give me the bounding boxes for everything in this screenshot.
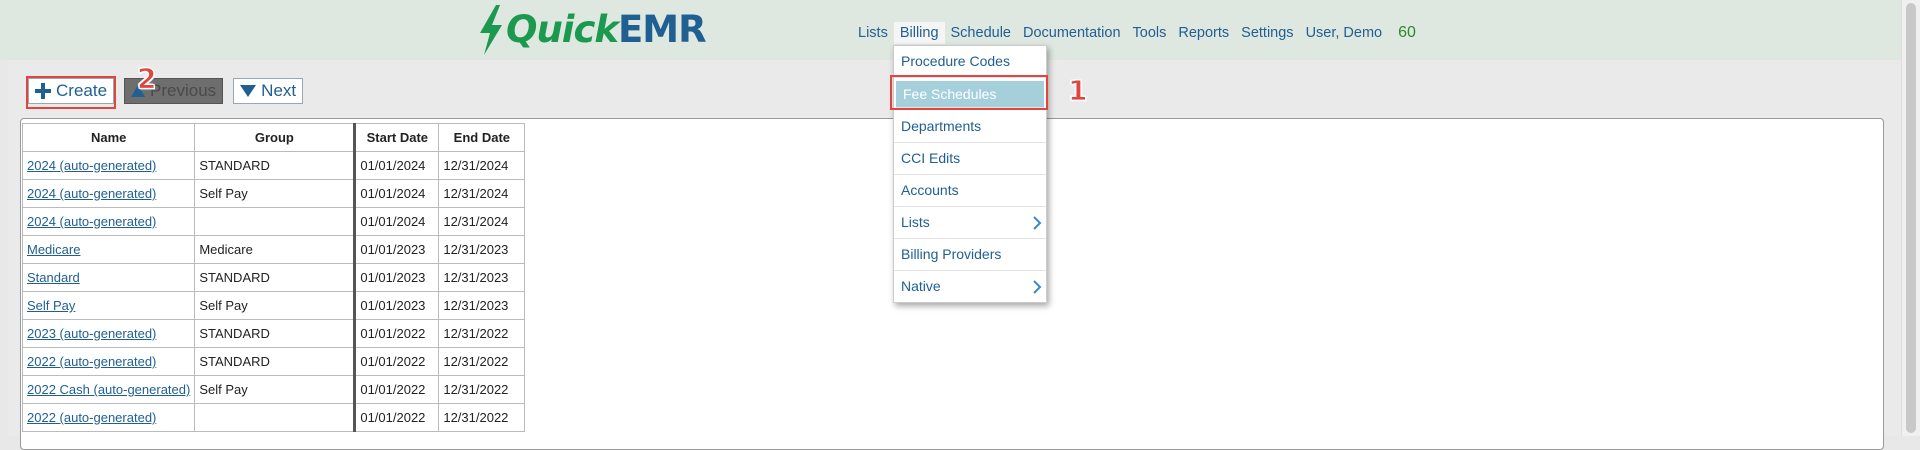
chevron-right-icon — [1033, 280, 1042, 294]
fee-schedule-link[interactable]: Medicare — [27, 242, 80, 257]
nav-tools[interactable]: Tools — [1127, 22, 1173, 44]
menu-item-accounts[interactable]: Accounts — [894, 175, 1046, 207]
start-date-cell: 01/01/2024 — [353, 179, 440, 208]
fee-schedule-link[interactable]: 2022 (auto-generated) — [27, 410, 156, 425]
table-row[interactable]: Self Pay Self Pay 01/01/2023 12/31/2023 — [21, 291, 526, 320]
table-row[interactable]: 2022 (auto-generated) 01/01/2022 12/31/2… — [21, 403, 526, 432]
menu-item-native[interactable]: Native — [894, 271, 1046, 302]
start-date-cell: 01/01/2023 — [353, 263, 440, 292]
table-row[interactable]: 2023 (auto-generated) STANDARD 01/01/202… — [21, 319, 526, 348]
fee-schedule-link[interactable]: 2022 (auto-generated) — [27, 354, 156, 369]
table-row[interactable]: Standard STANDARD 01/01/2023 12/31/2023 — [21, 263, 526, 292]
start-date-cell: 01/01/2022 — [353, 375, 440, 404]
group-cell — [194, 403, 356, 432]
scrollbar-thumb[interactable] — [1906, 3, 1916, 433]
table-row[interactable]: Medicare Medicare 01/01/2023 12/31/2023 — [21, 235, 526, 264]
nav-settings[interactable]: Settings — [1235, 22, 1299, 44]
start-date-cell: 01/01/2022 — [353, 403, 440, 432]
start-date-cell: 01/01/2024 — [353, 207, 440, 236]
column-header-start-date[interactable]: Start Date — [353, 123, 440, 152]
top-navigation: Lists Billing Schedule Documentation Too… — [852, 22, 1416, 44]
nav-user-menu[interactable]: User, Demo — [1300, 22, 1389, 44]
next-label: Next — [261, 81, 297, 100]
previous-label: Previous — [150, 81, 217, 100]
create-label: Create — [56, 81, 108, 100]
menu-item-cci-edits[interactable]: CCI Edits — [894, 143, 1046, 175]
logo-text-quick: Quick — [506, 8, 619, 51]
table-header-row: Name Group Start Date End Date — [21, 123, 526, 152]
nav-billing[interactable]: Billing — [893, 22, 945, 44]
menu-item-billing-providers[interactable]: Billing Providers — [894, 239, 1046, 271]
fee-schedule-link[interactable]: 2022 Cash (auto-generated) — [27, 382, 190, 397]
fee-schedule-link[interactable]: 2024 (auto-generated) — [27, 186, 156, 201]
fee-schedule-link[interactable]: 2023 (auto-generated) — [27, 326, 156, 341]
menu-item-native-label: Native — [901, 278, 941, 294]
group-cell: Medicare — [194, 235, 356, 264]
table-row[interactable]: 2022 Cash (auto-generated) Self Pay 01/0… — [21, 375, 526, 404]
menu-item-departments[interactable]: Departments — [894, 111, 1046, 143]
group-cell — [194, 207, 356, 236]
menu-item-lists-label: Lists — [901, 214, 930, 230]
end-date-cell: 12/31/2024 — [438, 207, 526, 236]
nav-reports[interactable]: Reports — [1172, 22, 1235, 44]
session-counter: 60 — [1398, 24, 1416, 41]
table-row[interactable]: 2024 (auto-generated) STANDARD 01/01/202… — [21, 151, 526, 180]
end-date-cell: 12/31/2023 — [438, 263, 526, 292]
table-row[interactable]: 2022 (auto-generated) STANDARD 01/01/202… — [21, 347, 526, 376]
previous-button[interactable]: Previous — [124, 78, 224, 104]
fee-schedule-link[interactable]: 2024 (auto-generated) — [27, 158, 156, 173]
next-button[interactable]: Next — [233, 78, 304, 104]
column-header-group[interactable]: Group — [194, 123, 356, 152]
menu-item-lists[interactable]: Lists — [894, 207, 1046, 239]
column-header-end-date[interactable]: End Date — [438, 123, 526, 152]
group-cell: Self Pay — [194, 375, 356, 404]
end-date-cell: 12/31/2023 — [438, 291, 526, 320]
group-cell: Self Pay — [194, 291, 356, 320]
group-cell: STANDARD — [194, 151, 356, 180]
triangle-up-icon — [131, 85, 146, 97]
column-header-name[interactable]: Name — [21, 123, 196, 152]
end-date-cell: 12/31/2022 — [438, 347, 526, 376]
nav-lists[interactable]: Lists — [852, 22, 894, 44]
end-date-cell: 12/31/2024 — [438, 151, 526, 180]
table-row[interactable]: 2024 (auto-generated) 01/01/2024 12/31/2… — [21, 207, 526, 236]
plus-icon — [35, 83, 51, 99]
triangle-down-icon — [240, 85, 257, 97]
fee-schedule-link[interactable]: Self Pay — [27, 298, 75, 313]
menu-item-procedure-codes[interactable]: Procedure Codes — [894, 46, 1046, 78]
lightning-bolt-icon — [480, 5, 502, 55]
end-date-cell: 12/31/2024 — [438, 179, 526, 208]
create-button[interactable]: Create — [28, 78, 115, 104]
fee-schedule-link[interactable]: 2024 (auto-generated) — [27, 214, 156, 229]
end-date-cell: 12/31/2022 — [438, 319, 526, 348]
group-cell: STANDARD — [194, 263, 356, 292]
end-date-cell: 12/31/2022 — [438, 403, 526, 432]
nav-documentation[interactable]: Documentation — [1017, 22, 1127, 44]
group-cell: STANDARD — [194, 347, 356, 376]
table-row[interactable]: 2024 (auto-generated) Self Pay 01/01/202… — [21, 179, 526, 208]
start-date-cell: 01/01/2024 — [353, 151, 440, 180]
logo-text-emr: EMR — [618, 8, 707, 51]
billing-dropdown-menu: Procedure Codes Fee Schedules Department… — [893, 45, 1047, 303]
fee-schedule-table: Name Group Start Date End Date 2024 (aut… — [21, 123, 526, 432]
start-date-cell: 01/01/2023 — [353, 291, 440, 320]
nav-schedule[interactable]: Schedule — [945, 22, 1017, 44]
fee-schedule-link[interactable]: Standard — [27, 270, 80, 285]
start-date-cell: 01/01/2023 — [353, 235, 440, 264]
end-date-cell: 12/31/2022 — [438, 375, 526, 404]
quickemr-logo[interactable]: Quick EMR — [476, 4, 707, 56]
vertical-scrollbar[interactable] — [1901, 0, 1920, 436]
menu-item-fee-schedules[interactable]: Fee Schedules — [896, 81, 1044, 108]
end-date-cell: 12/31/2023 — [438, 235, 526, 264]
start-date-cell: 01/01/2022 — [353, 319, 440, 348]
toolbar: Create Previous Next — [28, 78, 304, 104]
chevron-right-icon — [1033, 216, 1042, 230]
group-cell: STANDARD — [194, 319, 356, 348]
start-date-cell: 01/01/2022 — [353, 347, 440, 376]
group-cell: Self Pay — [194, 179, 356, 208]
